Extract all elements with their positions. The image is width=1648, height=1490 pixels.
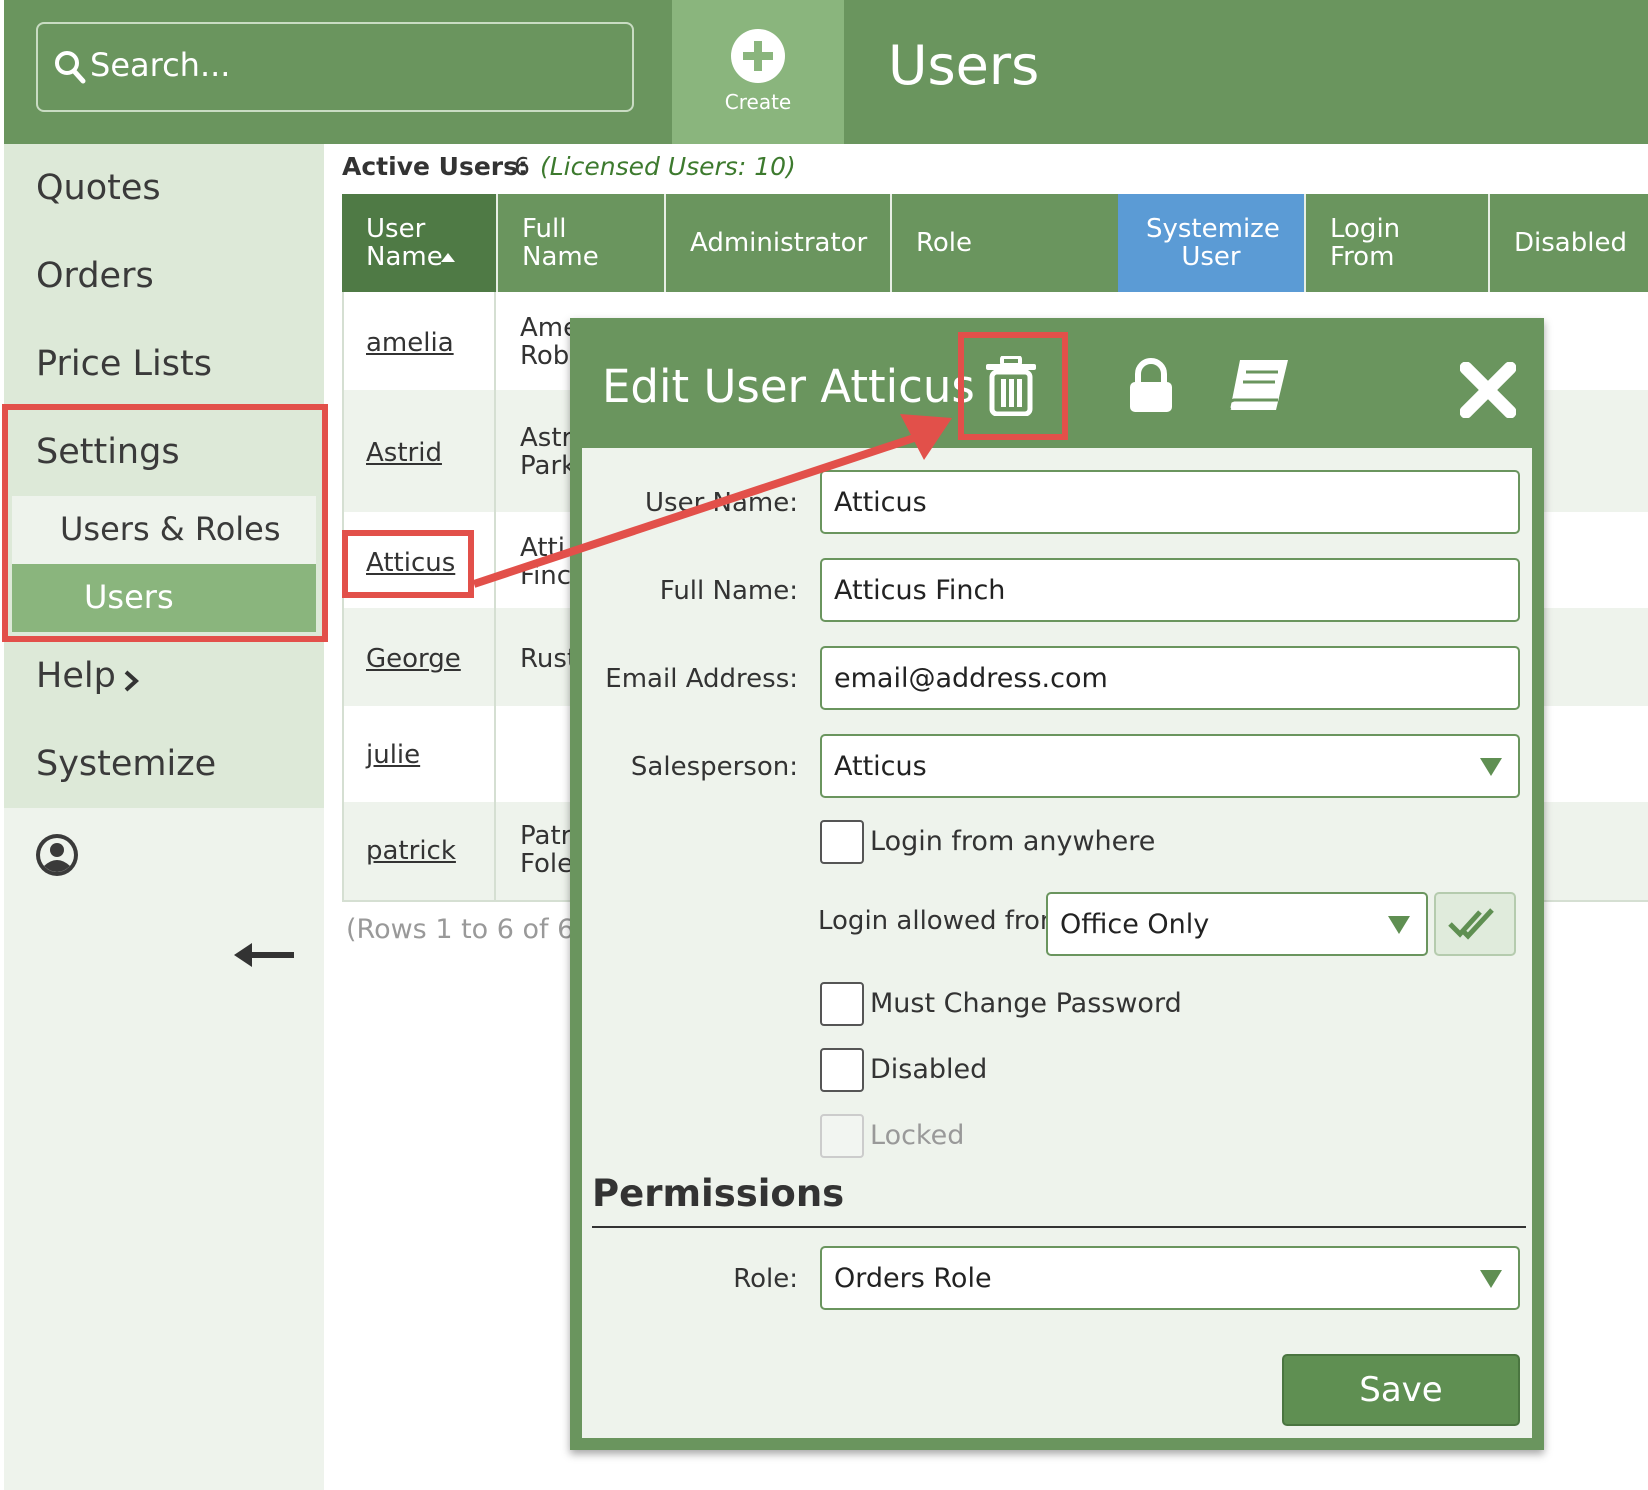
plus-circle-icon: [731, 29, 785, 83]
email-field[interactable]: email@address.com: [820, 646, 1520, 710]
dropdown-arrow-icon: [1480, 758, 1502, 776]
full-name-cell: Patr Fole: [520, 821, 574, 879]
column-header-user-name[interactable]: User Name: [342, 194, 496, 292]
locked-checkbox: [820, 1114, 864, 1158]
active-users-count: 6: [514, 152, 530, 181]
user-link-astrid[interactable]: Astrid: [366, 438, 442, 468]
rows-count: (Rows 1 to 6 of 6): [346, 914, 585, 945]
role-label: Role:: [733, 1264, 798, 1294]
full-name-field[interactable]: Atticus Finch: [820, 558, 1520, 622]
search-placeholder: Search...: [90, 46, 231, 84]
full-name-cell: Atti Finc: [520, 533, 572, 591]
chevron-right-icon: [124, 670, 139, 692]
permissions-heading: Permissions: [592, 1172, 845, 1215]
sidebar-item-orders[interactable]: Orders: [36, 256, 154, 296]
sidebar-item-help[interactable]: Help: [36, 656, 116, 696]
dialog-title: Edit User Atticus: [602, 360, 975, 413]
table-divider: [494, 292, 496, 900]
permissions-divider: [592, 1226, 1526, 1228]
disabled-label: Disabled: [870, 1054, 988, 1085]
column-header-disabled[interactable]: Disabled: [1488, 194, 1648, 292]
salesperson-label: Salesperson:: [630, 752, 798, 782]
dropdown-arrow-icon: [1388, 916, 1410, 934]
sidebar-item-systemize[interactable]: Systemize: [36, 744, 216, 784]
save-button[interactable]: Save: [1282, 1354, 1520, 1426]
close-icon[interactable]: [1460, 362, 1516, 418]
lock-icon[interactable]: [1128, 358, 1174, 414]
page-title: Users: [888, 34, 1040, 97]
column-header-role[interactable]: Role: [890, 194, 1118, 292]
sidebar-item-quotes[interactable]: Quotes: [36, 168, 161, 208]
sidebar-item-price-lists[interactable]: Price Lists: [36, 344, 212, 384]
disabled-checkbox[interactable]: [820, 1048, 864, 1092]
locked-label: Locked: [870, 1120, 965, 1151]
login-anywhere-label: Login from anywhere: [870, 826, 1156, 857]
licensed-users: (Licensed Users: 10): [540, 152, 796, 181]
user-account-icon[interactable]: [34, 832, 80, 878]
double-check-icon: [1448, 908, 1494, 940]
column-header-full-name[interactable]: Full Name: [496, 194, 664, 292]
dropdown-arrow-icon: [1480, 1270, 1502, 1288]
full-name-cell: Rust: [520, 644, 578, 674]
annotation-highlight-settings: [2, 404, 328, 642]
must-change-password-label: Must Change Password: [870, 988, 1182, 1019]
column-header-systemize-user[interactable]: Systemize User: [1118, 194, 1304, 292]
collapse-arrow-icon[interactable]: [234, 940, 296, 970]
annotation-highlight-atticus: [342, 530, 474, 598]
sort-ascending-icon: [441, 253, 455, 262]
login-allowed-label: Login allowed from:: [818, 906, 1074, 936]
active-users-label: Active Users:: [342, 152, 528, 181]
login-allowed-select[interactable]: Office Only: [1046, 892, 1428, 956]
email-label: Email Address:: [605, 664, 798, 694]
user-name-field[interactable]: Atticus: [820, 470, 1520, 534]
role-select[interactable]: Orders Role: [820, 1246, 1520, 1310]
create-label: Create: [724, 90, 792, 114]
user-name-label: User Name:: [645, 488, 798, 518]
column-header-login-from[interactable]: Login From: [1304, 194, 1488, 292]
must-change-password-checkbox[interactable]: [820, 982, 864, 1026]
salesperson-select[interactable]: Atticus: [820, 734, 1520, 798]
book-icon[interactable]: [1226, 356, 1290, 416]
annotation-highlight-delete: [958, 332, 1068, 440]
user-link-amelia[interactable]: amelia: [366, 328, 454, 358]
search-icon: [55, 51, 86, 84]
column-header-administrator[interactable]: Administrator: [664, 194, 890, 292]
user-link-julie[interactable]: julie: [366, 740, 420, 770]
login-anywhere-checkbox[interactable]: [820, 820, 864, 864]
user-link-george[interactable]: George: [366, 644, 461, 674]
full-name-label: Full Name:: [659, 576, 798, 606]
user-link-patrick[interactable]: patrick: [366, 836, 456, 866]
full-name-cell: Astr Park: [520, 423, 577, 481]
